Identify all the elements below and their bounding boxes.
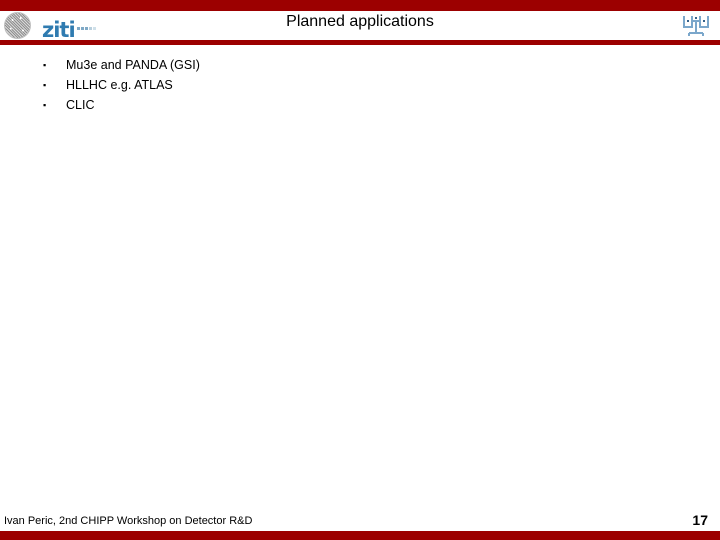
list-item: ▪ CLIC bbox=[36, 96, 684, 116]
ziti-wordmark-text: ziti bbox=[42, 17, 76, 42]
footer-bottom-band bbox=[0, 531, 720, 540]
page-number: 17 bbox=[692, 512, 708, 528]
kip-institute-logo bbox=[681, 12, 711, 39]
slide-body: ▪ Mu3e and PANDA (GSI) ▪ HLLHC e.g. ATLA… bbox=[36, 56, 684, 116]
list-item-label: HLLHC e.g. ATLAS bbox=[66, 78, 173, 92]
presentation-slide: ziti Planned applications ▪ Mu3e and PAN… bbox=[0, 0, 720, 540]
ziti-logo: ziti bbox=[4, 12, 97, 41]
footer-text: Ivan Peric, 2nd CHIPP Workshop on Detect… bbox=[4, 515, 253, 527]
list-item: ▪ Mu3e and PANDA (GSI) bbox=[36, 56, 684, 76]
header-separator-rule bbox=[0, 40, 720, 45]
list-item-label: CLIC bbox=[66, 98, 95, 112]
list-item: ▪ HLLHC e.g. ATLAS bbox=[36, 76, 684, 96]
list-item-label: Mu3e and PANDA (GSI) bbox=[66, 58, 200, 72]
university-seal-icon bbox=[4, 12, 31, 39]
bullet-marker-icon: ▪ bbox=[43, 80, 47, 90]
bullet-marker-icon: ▪ bbox=[43, 100, 47, 110]
ziti-dots-icon bbox=[76, 13, 97, 34]
ziti-wordmark: ziti bbox=[42, 13, 97, 41]
page-title: Planned applications bbox=[286, 13, 434, 30]
bullet-marker-icon: ▪ bbox=[43, 60, 47, 70]
header-top-band bbox=[0, 0, 720, 11]
